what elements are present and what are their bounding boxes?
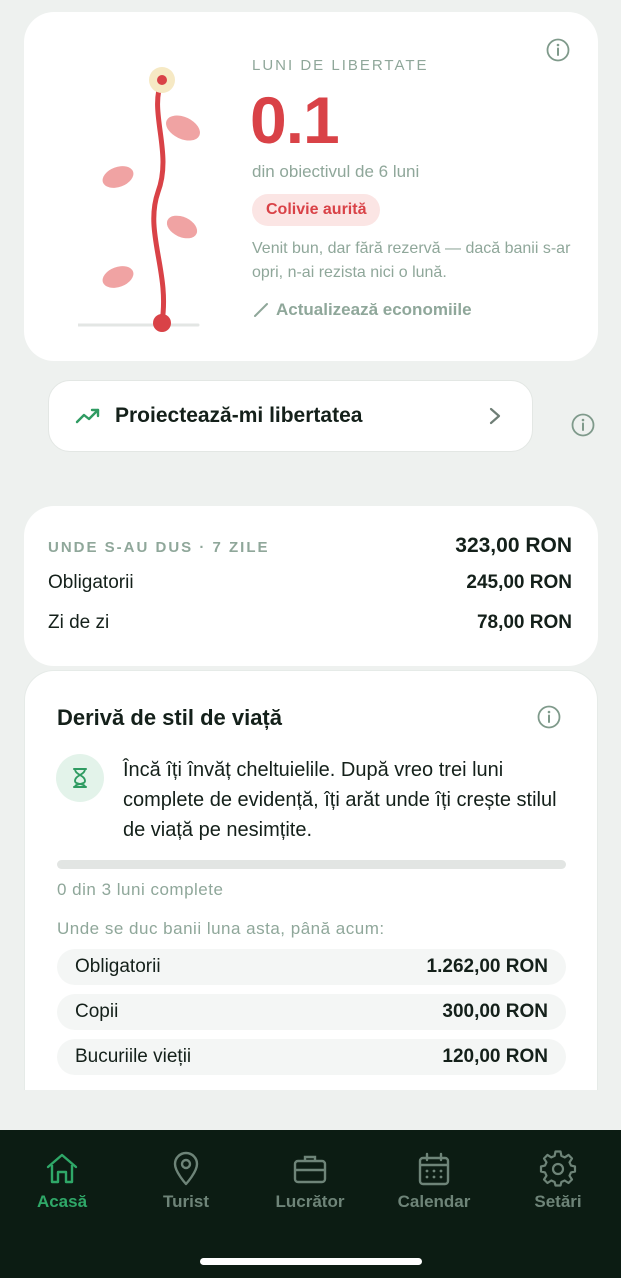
tab-worker[interactable]: Lucrător	[255, 1150, 365, 1212]
tab-worker-label: Lucrător	[275, 1192, 345, 1211]
lifestyle-drift-card: Derivă de stil de viață Încă îți învăț c…	[24, 670, 598, 1090]
spending-row-value: 78,00 RON	[476, 612, 572, 633]
tab-tourist[interactable]: Turist	[131, 1150, 241, 1212]
chevron-right-icon	[489, 407, 501, 425]
category-label: Copii	[75, 1001, 119, 1022]
trending-up-icon	[75, 408, 100, 424]
info-icon[interactable]	[546, 38, 570, 62]
spending-period-label: UNDE S-AU DUS · 7 ZILE	[48, 539, 270, 556]
tab-settings[interactable]: Setări	[503, 1150, 613, 1212]
goal-text: din obiectivul de 6 luni	[252, 162, 420, 181]
info-icon[interactable]	[537, 705, 561, 729]
spending-row-value: 245,00 RON	[466, 572, 572, 593]
project-freedom-button[interactable]: Proiectează-mi libertatea	[48, 380, 533, 452]
spending-row: Zi de zi 78,00 RON	[48, 612, 572, 634]
briefcase-icon	[293, 1155, 327, 1184]
where-money-goes-label: Unde se duc banii luna asta, până acum:	[57, 919, 385, 938]
update-savings-link[interactable]: Actualizează economiile	[252, 300, 472, 320]
status-badge: Colivie aurită	[252, 194, 381, 226]
spending-row-label: Zi de zi	[48, 612, 110, 633]
status-description: Venit bun, dar fără rezervă — dacă banii…	[252, 240, 571, 281]
tab-home-label: Acasă	[36, 1192, 88, 1211]
category-value: 120,00 RON	[442, 1046, 548, 1067]
category-row: Obligatorii 1.262,00 RON	[57, 949, 566, 985]
tab-calendar-label: Calendar	[397, 1192, 471, 1211]
category-row: Bucuriile vieții 120,00 RON	[57, 1039, 566, 1075]
tab-settings-label: Setări	[534, 1192, 582, 1211]
project-freedom-label: Proiectează-mi libertatea	[115, 404, 363, 427]
spending-total: 323,00 RON	[455, 534, 572, 557]
calendar-icon	[418, 1152, 450, 1186]
hourglass-badge	[56, 754, 104, 802]
gear-icon	[539, 1150, 577, 1187]
months-progress-bar	[57, 860, 566, 869]
home-indicator	[200, 1258, 422, 1265]
tab-tourist-label: Turist	[163, 1192, 209, 1211]
update-savings-label: Actualizează economiile	[276, 300, 472, 319]
freedom-months-card: LUNI DE LIBERTATE 0.1 din obiectivul de …	[24, 12, 598, 361]
map-pin-icon	[173, 1151, 199, 1186]
spending-row: Obligatorii 245,00 RON	[48, 572, 572, 594]
months-progress-label: 0 din 3 luni complete	[57, 880, 224, 899]
spending-summary-card: UNDE S-AU DUS · 7 ZILE 323,00 RON Obliga…	[24, 506, 598, 666]
lifestyle-drift-title: Derivă de stil de viață	[57, 705, 282, 730]
category-value: 300,00 RON	[442, 1001, 548, 1022]
tab-home[interactable]: Acasă	[7, 1150, 117, 1212]
spending-row-label: Obligatorii	[48, 572, 134, 593]
freedom-months-label: LUNI DE LIBERTATE	[252, 57, 429, 74]
lifestyle-drift-message: Încă îți învăț cheltuielile. După vreo t…	[123, 759, 557, 841]
home-icon	[46, 1153, 78, 1184]
category-row: Copii 300,00 RON	[57, 994, 566, 1030]
category-label: Bucuriile vieții	[75, 1046, 192, 1067]
category-value: 1.262,00 RON	[426, 956, 548, 977]
info-icon[interactable]	[571, 413, 595, 437]
category-label: Obligatorii	[75, 956, 161, 977]
bottom-tab-bar: Acasă Turist Lucrător Calendar Setări	[0, 1130, 621, 1278]
hourglass-icon	[73, 768, 87, 788]
spending-header-row: UNDE S-AU DUS · 7 ZILE 323,00 RON	[48, 534, 572, 558]
vine-progress-illustration	[78, 67, 200, 332]
tab-calendar[interactable]: Calendar	[379, 1150, 489, 1212]
pencil-icon	[254, 303, 268, 317]
freedom-months-value: 0.1	[250, 83, 340, 157]
